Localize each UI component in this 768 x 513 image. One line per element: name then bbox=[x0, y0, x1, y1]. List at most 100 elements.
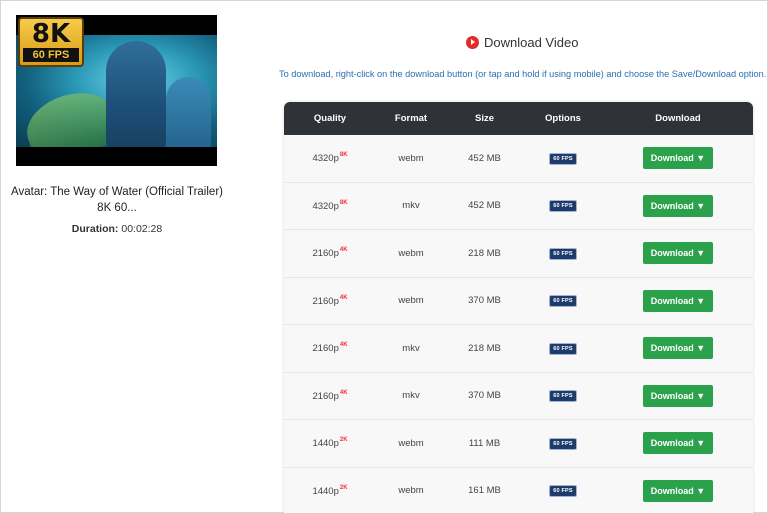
quality-cell: 4320p8K bbox=[284, 152, 376, 164]
table-row: 2160p4K mkv 370 MB 60 FPS Download ▼ bbox=[284, 372, 753, 420]
size-cell: 218 MB bbox=[468, 247, 501, 259]
column-header-quality: Quality bbox=[313, 113, 347, 124]
quality-tag: 4K bbox=[339, 294, 348, 301]
quality-cell: 2160p4K bbox=[284, 390, 376, 402]
table-row: 4320p8K webm 452 MB 60 FPS Download ▼ bbox=[284, 135, 753, 183]
quality-value: 2160p bbox=[312, 390, 339, 402]
quality-cell: 1440p2K bbox=[284, 437, 376, 449]
quality-cell: 2160p4K bbox=[284, 342, 376, 354]
play-circle-icon bbox=[466, 35, 479, 49]
download-cell: Download ▼ bbox=[603, 242, 753, 265]
quality-value: 2160p bbox=[312, 343, 339, 355]
table-header: Quality Format Size Options Download bbox=[284, 102, 753, 135]
download-button[interactable]: Download ▼ bbox=[643, 289, 713, 312]
fps-badge: 60 FPS bbox=[549, 342, 577, 355]
download-table: Quality Format Size Options Download 432… bbox=[284, 102, 753, 513]
format-cell: mkv bbox=[402, 200, 420, 212]
duration-value: 00:02:28 bbox=[121, 223, 163, 235]
table-row: 1440p2K webm 111 MB 60 FPS Download ▼ bbox=[284, 420, 753, 468]
options-cell: 60 FPS bbox=[523, 294, 603, 308]
badge-resolution-text: 8K bbox=[31, 19, 71, 49]
size-cell: 218 MB bbox=[468, 342, 501, 354]
download-heading: Download Video bbox=[466, 34, 578, 50]
format-cell: webm bbox=[398, 295, 424, 307]
options-cell: 60 FPS bbox=[523, 247, 603, 260]
download-cell: Download ▼ bbox=[603, 479, 753, 502]
download-cell: Download ▼ bbox=[603, 194, 753, 217]
fps-badge: 60 FPS bbox=[549, 200, 577, 213]
badge-fps-text: 60 FPS bbox=[23, 48, 79, 62]
size-cell: 370 MB bbox=[468, 390, 501, 402]
quality-value: 2160p bbox=[312, 295, 339, 307]
download-heading-text: Download Video bbox=[484, 34, 579, 50]
column-header-size: Size bbox=[474, 113, 494, 124]
download-button[interactable]: Download ▼ bbox=[643, 479, 713, 502]
download-cell: Download ▼ bbox=[603, 289, 753, 312]
column-header-download: Download bbox=[655, 113, 701, 124]
duration-label: Duration: bbox=[71, 223, 119, 235]
fps-badge: 60 FPS bbox=[549, 437, 577, 450]
quality-cell: 2160p4K bbox=[284, 247, 376, 259]
download-button[interactable]: Download ▼ bbox=[643, 147, 713, 170]
resolution-badge: 8K 60 FPS bbox=[18, 17, 84, 67]
format-cell: mkv bbox=[402, 342, 420, 354]
quality-value: 2160p bbox=[312, 248, 339, 260]
download-cell: Download ▼ bbox=[603, 432, 753, 455]
size-cell: 452 MB bbox=[468, 152, 501, 164]
quality-value: 4320p bbox=[312, 153, 339, 165]
video-thumbnail[interactable]: 8K 60 FPS bbox=[16, 15, 217, 166]
size-cell: 161 MB bbox=[468, 485, 501, 497]
quality-value: 4320p bbox=[312, 200, 339, 212]
download-cell: Download ▼ bbox=[603, 337, 753, 360]
quality-tag: 4K bbox=[339, 342, 348, 349]
quality-cell: 2160p4K bbox=[284, 295, 376, 307]
download-instructions: To download, right-click on the download… bbox=[279, 69, 767, 79]
quality-tag: 2K bbox=[339, 437, 348, 444]
options-cell: 60 FPS bbox=[523, 389, 603, 403]
download-cell: Download ▼ bbox=[603, 384, 753, 407]
quality-value: 1440p bbox=[312, 485, 339, 497]
quality-cell: 1440p2K bbox=[284, 485, 376, 497]
size-cell: 111 MB bbox=[468, 437, 501, 449]
download-button[interactable]: Download ▼ bbox=[643, 337, 713, 360]
fps-badge: 60 FPS bbox=[549, 485, 577, 498]
table-row: 2160p4K webm 218 MB 60 FPS Download ▼ bbox=[284, 230, 753, 278]
fps-badge: 60 FPS bbox=[549, 152, 577, 165]
options-cell: 60 FPS bbox=[523, 484, 603, 498]
download-button[interactable]: Download ▼ bbox=[643, 384, 713, 407]
table-row: 4320p8K mkv 452 MB 60 FPS Download ▼ bbox=[284, 182, 753, 230]
quality-tag: 2K bbox=[339, 484, 348, 491]
table-row: 2160p4K mkv 218 MB 60 FPS Download ▼ bbox=[284, 325, 753, 373]
download-cell: Download ▼ bbox=[603, 147, 753, 170]
column-header-format: Format bbox=[394, 113, 428, 124]
video-title: Avatar: The Way of Water (Official Trail… bbox=[11, 186, 223, 214]
options-cell: 60 FPS bbox=[523, 437, 603, 450]
format-cell: webm bbox=[398, 247, 424, 259]
thumbnail-figure bbox=[106, 41, 166, 147]
fps-badge: 60 FPS bbox=[549, 247, 577, 260]
format-cell: webm bbox=[398, 152, 424, 164]
format-cell: webm bbox=[398, 437, 424, 449]
quality-tag: 4K bbox=[339, 389, 348, 396]
column-header-options: Options bbox=[545, 113, 581, 124]
options-cell: 60 FPS bbox=[523, 199, 603, 213]
format-cell: webm bbox=[398, 485, 424, 497]
fps-badge: 60 FPS bbox=[549, 295, 577, 308]
quality-value: 1440p bbox=[312, 438, 339, 450]
options-cell: 60 FPS bbox=[523, 152, 603, 165]
size-cell: 452 MB bbox=[468, 200, 501, 212]
table-row: 1440p2K webm 161 MB 60 FPS Download ▼ bbox=[284, 467, 753, 513]
fps-badge: 60 FPS bbox=[549, 390, 577, 403]
video-duration: Duration: 00:02:28 bbox=[8, 223, 226, 235]
format-cell: mkv bbox=[402, 390, 420, 402]
size-cell: 370 MB bbox=[468, 295, 501, 307]
download-button[interactable]: Download ▼ bbox=[643, 194, 713, 217]
quality-tag: 8K bbox=[339, 199, 348, 206]
quality-tag: 8K bbox=[339, 152, 348, 159]
download-button[interactable]: Download ▼ bbox=[643, 242, 713, 265]
download-button[interactable]: Download ▼ bbox=[643, 432, 713, 455]
quality-tag: 4K bbox=[339, 247, 348, 254]
quality-cell: 4320p8K bbox=[284, 200, 376, 212]
thumbnail-figure bbox=[166, 77, 211, 147]
options-cell: 60 FPS bbox=[523, 342, 603, 355]
